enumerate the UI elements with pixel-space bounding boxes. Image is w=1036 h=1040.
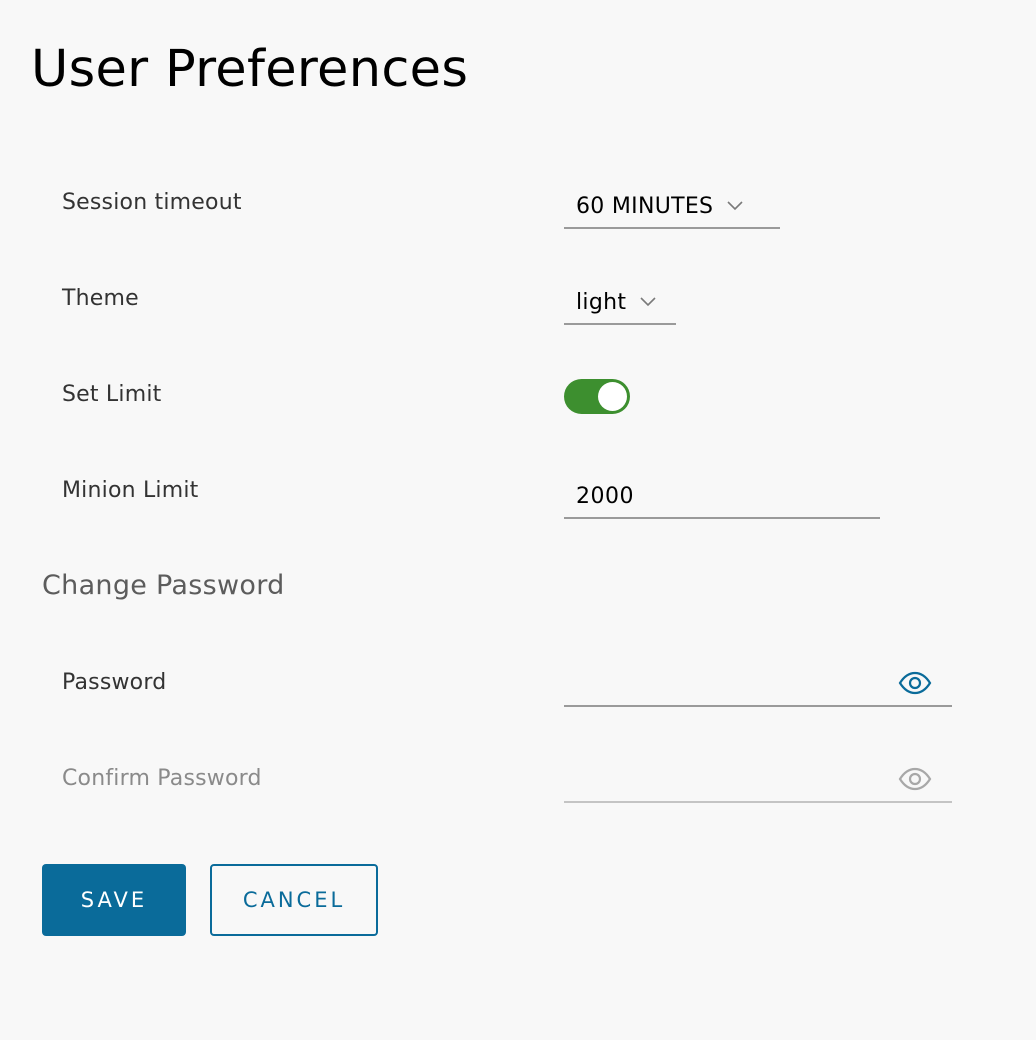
- save-button[interactable]: SAVE: [42, 864, 186, 936]
- chevron-down-icon: [640, 297, 656, 307]
- cancel-button[interactable]: CANCEL: [210, 864, 378, 936]
- set-limit-label: Set Limit: [62, 382, 162, 407]
- session-timeout-select[interactable]: 60 MINUTES: [564, 185, 780, 229]
- password-label: Password: [62, 670, 167, 695]
- password-input[interactable]: [564, 663, 952, 707]
- theme-select[interactable]: light: [564, 281, 676, 325]
- toggle-knob: [598, 382, 627, 411]
- theme-value: light: [576, 289, 627, 315]
- session-timeout-value: 60 MINUTES: [576, 193, 714, 219]
- session-timeout-label: Session timeout: [62, 190, 242, 215]
- minion-limit-input[interactable]: 2000: [564, 475, 880, 519]
- set-limit-toggle[interactable]: [564, 379, 630, 414]
- eye-icon[interactable]: [898, 671, 932, 695]
- confirm-password-label: Confirm Password: [62, 766, 262, 791]
- minion-limit-value: 2000: [576, 483, 634, 509]
- change-password-title: Change Password: [42, 570, 285, 601]
- theme-label: Theme: [62, 286, 139, 311]
- eye-icon[interactable]: [898, 767, 932, 791]
- chevron-down-icon: [727, 201, 743, 211]
- user-preferences-page: User Preferences Session timeout 60 MINU…: [0, 0, 1036, 1040]
- minion-limit-label: Minion Limit: [62, 478, 199, 503]
- confirm-password-input[interactable]: [564, 759, 952, 803]
- page-title: User Preferences: [31, 40, 469, 99]
